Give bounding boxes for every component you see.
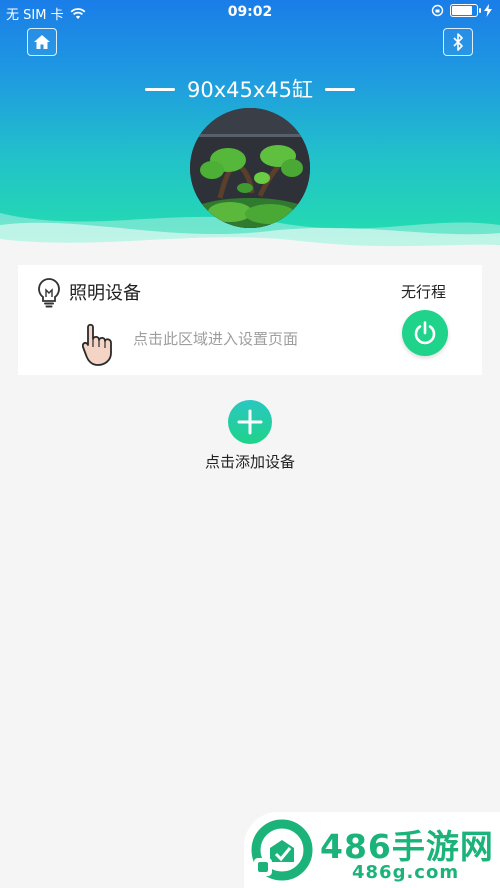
home-button[interactable] [27, 28, 57, 56]
device-status: 无行程 [400, 283, 446, 301]
device-name: 照明设备 [69, 283, 141, 304]
add-device-button[interactable] [228, 400, 272, 444]
battery-fill [452, 6, 473, 15]
status-right [431, 4, 492, 17]
plus-icon [237, 409, 263, 435]
battery-icon [450, 4, 481, 17]
charging-icon [484, 4, 492, 17]
power-button[interactable] [402, 310, 448, 356]
lightbulb-icon [36, 277, 62, 313]
settings-hint[interactable]: 点击此区域进入设置页面 [133, 328, 298, 349]
watermark-banner: 486手游网 486g.com [244, 812, 500, 888]
power-icon [414, 321, 436, 345]
bluetooth-button[interactable] [443, 28, 473, 56]
tank-title: 90x45x45缸 [186, 78, 314, 102]
status-time: 09:02 [227, 4, 273, 20]
pointer-hand-icon [81, 323, 122, 371]
bluetooth-icon [453, 33, 463, 51]
orientation-lock-icon [431, 4, 444, 17]
tank-photo[interactable] [190, 108, 310, 228]
watermark-title: 486手游网 [320, 827, 494, 866]
title-dash-right [325, 87, 356, 91]
tank-title-row: 90x45x45缸 [0, 74, 500, 104]
title-dash-left [144, 87, 175, 91]
status-bar: 无 SIM 卡 09:02 [0, 0, 500, 26]
home-icon [34, 35, 50, 49]
watermark-logo-icon [250, 818, 314, 886]
device-card-lighting[interactable]: 照明设备 无行程 点击此区域进入设置页面 [18, 265, 482, 375]
add-device-label[interactable]: 点击添加设备 [0, 451, 500, 472]
watermark-url: 486g.com [352, 862, 460, 883]
aquarium-image [190, 108, 310, 228]
